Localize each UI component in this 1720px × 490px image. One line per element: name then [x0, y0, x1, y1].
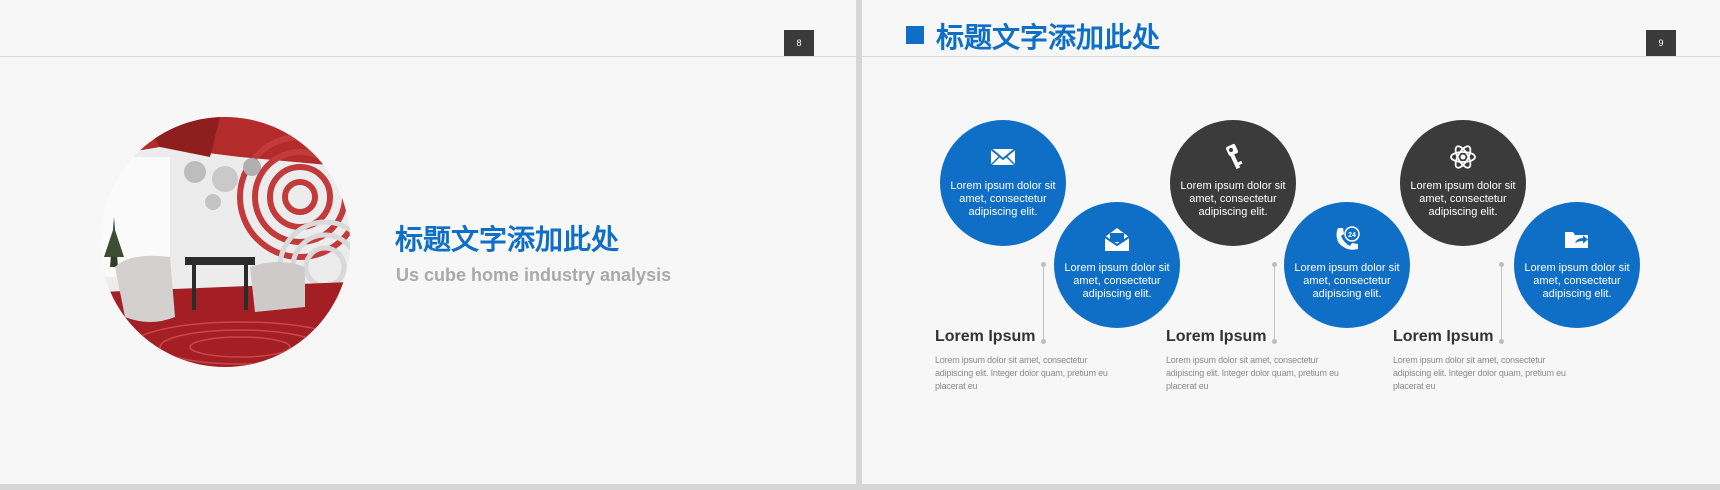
- key-icon: [1226, 144, 1243, 170]
- page-number: 8: [784, 30, 814, 56]
- feature-circle: Lorem ipsum dolor sit amet, consectetur …: [1054, 202, 1180, 328]
- feature-circle: Lorem ipsum dolor sit amet, consectetur …: [1170, 120, 1296, 246]
- slide-8: 8 标题文字添加此处 Us cube home industry analysi…: [0, 0, 856, 484]
- connector-dot: [1041, 339, 1046, 344]
- interior-photo-illustration: [100, 117, 350, 367]
- circle-text: Lorem ipsum dolor sit amet, consectetur …: [950, 180, 1056, 218]
- connector-dot: [1499, 262, 1504, 267]
- item-heading: Lorem Ipsum: [935, 328, 1036, 345]
- open-mail-icon: [1104, 228, 1130, 251]
- connector-dot: [1272, 262, 1277, 267]
- item-body: Lorem ipsum dolor sit amet, consectetur …: [935, 355, 1108, 391]
- page-number: 9: [1646, 30, 1676, 56]
- interior-photo: [100, 117, 350, 367]
- slide-9: 标题文字添加此处 9 Lorem ipsum dolor sit amet, c…: [862, 0, 1720, 484]
- item-body: Lorem ipsum dolor sit amet, consectetur …: [1393, 355, 1566, 391]
- phone-24-icon: 24: [1336, 226, 1360, 250]
- feature-circle: Lorem ipsum dolor sit amet, consectetur …: [940, 120, 1066, 246]
- svg-text:24: 24: [1348, 232, 1356, 239]
- circle-text: Lorem ipsum dolor sit amet, consectetur …: [1064, 262, 1170, 300]
- connector-line: [1501, 265, 1502, 343]
- feature-circle: Lorem ipsum dolor sit amet, consectetur …: [1400, 120, 1526, 246]
- circle-text: Lorem ipsum dolor sit amet, consectetur …: [1410, 180, 1516, 218]
- connector-dot: [1272, 339, 1277, 344]
- circle-text: Lorem ipsum dolor sit amet, consectetur …: [1294, 262, 1400, 300]
- feature-circle: 24 Lorem ipsum dolor sit amet, consectet…: [1284, 202, 1410, 328]
- atom-icon: [1450, 145, 1476, 169]
- circle-text: Lorem ipsum dolor sit amet, consectetur …: [1524, 262, 1630, 300]
- folder-share-icon: [1565, 232, 1588, 248]
- header-divider: [0, 56, 856, 57]
- connector-line: [1043, 265, 1044, 343]
- item-heading: Lorem Ipsum: [1166, 328, 1267, 345]
- circle-text: Lorem ipsum dolor sit amet, consectetur …: [1180, 180, 1286, 218]
- title-marker: [906, 26, 924, 44]
- connector-line: [1274, 265, 1275, 343]
- slide-title: 标题文字添加此处: [395, 223, 620, 256]
- envelope-icon: [990, 148, 1016, 166]
- connector-dot: [1499, 339, 1504, 344]
- slide-title: 标题文字添加此处: [936, 21, 1161, 54]
- item-heading: Lorem Ipsum: [1393, 328, 1494, 345]
- item-body: Lorem ipsum dolor sit amet, consectetur …: [1166, 355, 1339, 391]
- header-divider: [862, 56, 1720, 57]
- feature-circle: Lorem ipsum dolor sit amet, consectetur …: [1514, 202, 1640, 328]
- slide-subtitle: Us cube home industry analysis: [396, 265, 672, 285]
- connector-dot: [1041, 262, 1046, 267]
